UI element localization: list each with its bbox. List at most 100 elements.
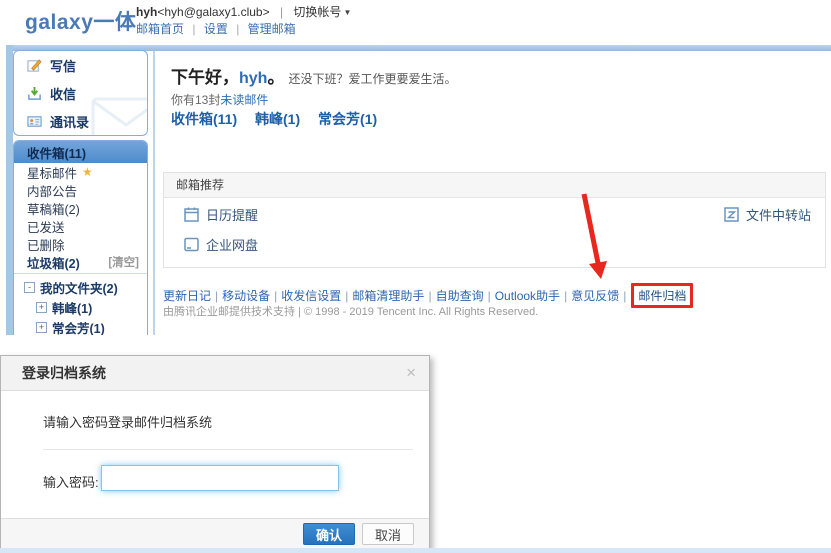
folder-sent[interactable]: 已发送 bbox=[14, 217, 147, 235]
unread-hanfeng-link[interactable]: 韩峰(1) bbox=[255, 111, 300, 127]
nav-mail-home[interactable]: 邮箱首页 bbox=[136, 22, 184, 36]
switch-account-link[interactable]: 切换帐号 bbox=[293, 5, 341, 19]
sidebar-item-label: 写信 bbox=[50, 56, 76, 75]
sidebar-item-contacts[interactable]: 通讯录 bbox=[14, 107, 147, 135]
footer-link-mail-archive[interactable]: 邮件归档 bbox=[638, 289, 686, 303]
greeting-hello: 下午好 bbox=[171, 68, 222, 87]
collapse-icon[interactable]: - bbox=[24, 282, 35, 293]
container-left-strip bbox=[6, 45, 13, 335]
separator: | bbox=[345, 289, 348, 303]
folder-label: 内部公告 bbox=[27, 181, 77, 200]
unread-inbox-link[interactable]: 收件箱(11) bbox=[171, 111, 237, 127]
main-panel: 下午好，hyh。还没下班？爱工作更要爱生活。 你有13封未读邮件 收件箱(11)… bbox=[153, 51, 831, 335]
folder-label: 星标邮件 bbox=[27, 163, 77, 182]
folder-label: 已删除 bbox=[27, 235, 65, 254]
separator: | bbox=[215, 289, 218, 303]
footer-link-feedback[interactable]: 意见反馈 bbox=[571, 289, 619, 303]
modal-message: 请输入密码登录邮件归档系统 bbox=[43, 412, 212, 431]
bottom-page-strip bbox=[0, 548, 831, 553]
separator: | bbox=[428, 289, 431, 303]
recommend-panel-title: 邮箱推荐 bbox=[164, 173, 825, 198]
recommend-calendar[interactable]: 日历提醒 bbox=[184, 205, 258, 224]
unread-folder-links: 收件箱(11) 韩峰(1) 常会芳(1) bbox=[171, 109, 391, 129]
password-label: 输入密码: bbox=[43, 472, 99, 491]
confirm-button[interactable]: 确认 bbox=[303, 523, 355, 545]
recommend-item-label: 企业网盘 bbox=[206, 235, 258, 254]
folder-changhuifang[interactable]: + 常会芳(1) bbox=[14, 317, 147, 335]
file-transfer-icon bbox=[724, 207, 739, 222]
folder-label: 垃圾箱(2) bbox=[27, 253, 80, 272]
folder-label: 草稿箱(2) bbox=[27, 199, 80, 218]
separator: | bbox=[236, 22, 239, 36]
nav-settings[interactable]: 设置 bbox=[204, 22, 228, 36]
cancel-button[interactable]: 取消 bbox=[362, 523, 414, 545]
footer-link-outlook-assistant[interactable]: Outlook助手 bbox=[495, 289, 560, 303]
footer-link-self-service[interactable]: 自助查询 bbox=[436, 289, 484, 303]
mail-app-screen: galaxy一体 hyh<hyh@galaxy1.club> | 切换帐号▼ 邮… bbox=[0, 0, 831, 553]
star-icon: ★ bbox=[82, 165, 93, 179]
greeting-period: 。 bbox=[267, 68, 284, 87]
divider bbox=[14, 273, 147, 274]
recommend-file-transfer[interactable]: 文件中转站 bbox=[724, 205, 811, 224]
separator: | bbox=[274, 289, 277, 303]
unread-summary: 你有13封未读邮件 bbox=[171, 91, 268, 108]
sidebar-item-label: 收信 bbox=[50, 84, 76, 103]
unread-changhuifang-link[interactable]: 常会芳(1) bbox=[318, 111, 377, 127]
divider bbox=[43, 449, 413, 450]
greeting-comma: ， bbox=[222, 68, 239, 87]
folder-hanfeng[interactable]: + 韩峰(1) bbox=[14, 297, 147, 317]
folder-drafts[interactable]: 草稿箱(2) bbox=[14, 199, 147, 217]
password-input[interactable] bbox=[101, 465, 339, 491]
modal-footer: 确认 取消 bbox=[1, 518, 429, 549]
chevron-down-icon[interactable]: ▼ bbox=[343, 8, 351, 17]
recommend-netdisk[interactable]: 企业网盘 bbox=[184, 235, 258, 254]
folder-inbox[interactable]: 收件箱(11) bbox=[14, 141, 147, 163]
nav-manage-mailbox[interactable]: 管理邮箱 bbox=[248, 22, 296, 36]
sidebar-folders-box: 收件箱(11) 星标邮件 ★ 内部公告 草稿箱(2) 已发送 已删除 垃圾箱(2… bbox=[13, 140, 148, 335]
expand-icon[interactable]: + bbox=[36, 322, 47, 333]
sidebar-item-compose[interactable]: 写信 bbox=[14, 51, 147, 79]
annotation-red-box: 邮件归档 bbox=[631, 283, 693, 308]
folder-label: 收件箱(11) bbox=[27, 143, 86, 162]
netdisk-icon bbox=[184, 237, 199, 252]
header-nav: 邮箱首页 | 设置 | 管理邮箱 bbox=[136, 20, 296, 37]
folder-starred[interactable]: 星标邮件 ★ bbox=[14, 163, 147, 181]
folder-label: 已发送 bbox=[27, 217, 65, 236]
page-header: galaxy一体 hyh<hyh@galaxy1.club> | 切换帐号▼ 邮… bbox=[0, 0, 831, 42]
separator: | bbox=[564, 289, 567, 303]
mail-container: 写信 收信 通讯录 收件箱(11 bbox=[6, 45, 831, 335]
separator: | bbox=[192, 22, 195, 36]
receive-mail-icon bbox=[27, 86, 42, 101]
separator: | bbox=[623, 289, 626, 303]
brand-logo: galaxy一体 bbox=[25, 6, 136, 36]
unread-mail-link[interactable]: 未读邮件 bbox=[220, 93, 268, 107]
separator: | bbox=[280, 5, 283, 19]
close-icon[interactable]: × bbox=[406, 356, 416, 390]
folder-label: 常会芳(1) bbox=[52, 318, 105, 336]
username: hyh bbox=[136, 5, 157, 19]
empty-spam-link[interactable]: [清空] bbox=[108, 254, 139, 270]
recommend-item-label: 日历提醒 bbox=[206, 205, 258, 224]
modal-title: 登录归档系统 bbox=[22, 365, 106, 381]
recommend-item-label: 文件中转站 bbox=[746, 205, 811, 224]
greeting-name: hyh bbox=[239, 70, 267, 87]
footer-link-update-diary[interactable]: 更新日记 bbox=[163, 289, 211, 303]
compose-pencil-icon bbox=[27, 58, 42, 73]
greeting: 下午好，hyh。还没下班？爱工作更要爱生活。 bbox=[171, 63, 456, 88]
account-bar: hyh<hyh@galaxy1.club> | 切换帐号▼ bbox=[136, 3, 351, 20]
sidebar-item-receive[interactable]: 收信 bbox=[14, 79, 147, 107]
calendar-icon bbox=[184, 207, 199, 222]
footer-link-cleanup-assistant[interactable]: 邮箱清理助手 bbox=[352, 289, 424, 303]
folder-announcements[interactable]: 内部公告 bbox=[14, 181, 147, 199]
footer-link-mobile[interactable]: 移动设备 bbox=[222, 289, 270, 303]
recommend-panel: 邮箱推荐 日历提醒 企业网盘 bbox=[163, 172, 826, 268]
sidebar-item-label: 通讯录 bbox=[50, 112, 89, 131]
folder-spam[interactable]: 垃圾箱(2) [清空] bbox=[14, 253, 147, 271]
modal-title-bar: 登录归档系统 × bbox=[1, 356, 429, 391]
footer-link-send-receive-settings[interactable]: 收发信设置 bbox=[281, 289, 341, 303]
folder-deleted[interactable]: 已删除 bbox=[14, 235, 147, 253]
folder-group-my-folders[interactable]: - 我的文件夹(2) bbox=[14, 277, 147, 297]
expand-icon[interactable]: + bbox=[36, 302, 47, 313]
folder-label: 我的文件夹(2) bbox=[40, 278, 118, 297]
user-email: <hyh@galaxy1.club> bbox=[157, 5, 269, 19]
